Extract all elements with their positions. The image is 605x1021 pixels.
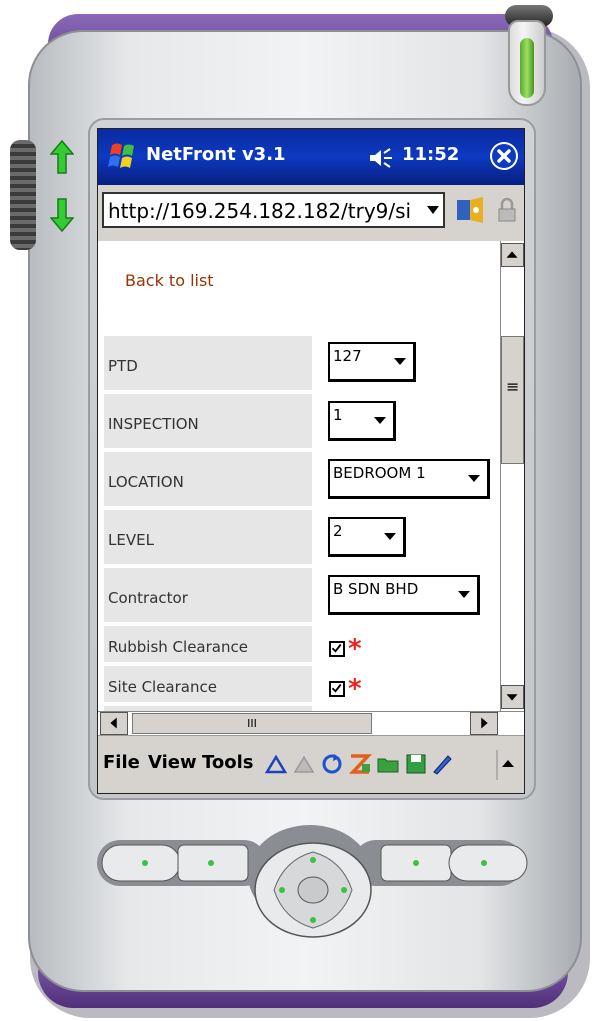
- back-to-list-link[interactable]: Back to list: [125, 271, 214, 290]
- field-label-location: LOCATION: [104, 452, 312, 506]
- chevron-down-icon: [384, 533, 396, 540]
- windows-start-icon[interactable]: [106, 139, 140, 173]
- required-asterisk-icon: *: [348, 634, 362, 664]
- field-label-ptd: PTD: [104, 336, 312, 390]
- hardware-button-2[interactable]: [177, 844, 249, 882]
- folder-icon[interactable]: [376, 752, 400, 776]
- url-combobox[interactable]: http://169.254.182.182/try9/si: [102, 192, 445, 228]
- field-label-rubbish-clearance: Rubbish Clearance: [104, 626, 312, 662]
- contractor-select-value: B SDN BHD: [333, 580, 419, 598]
- lock-icon: [498, 197, 516, 222]
- inspection-select-value: 1: [333, 406, 343, 424]
- field-label-contractor: Contractor: [104, 568, 312, 622]
- address-bar: http://169.254.182.182/try9/si: [98, 185, 524, 241]
- scroll-down-arrow-icon[interactable]: [50, 198, 74, 232]
- dpad[interactable]: [252, 840, 374, 940]
- chevron-down-icon: [374, 417, 386, 424]
- menu-tools[interactable]: Tools: [202, 752, 254, 773]
- location-select[interactable]: BEDROOM 1: [328, 459, 490, 499]
- scroll-down-button[interactable]: [501, 685, 524, 709]
- contractor-select[interactable]: B SDN BHD: [328, 575, 480, 615]
- hardware-button-4[interactable]: [448, 844, 528, 882]
- required-asterisk-icon: *: [348, 674, 362, 704]
- scroll-left-button[interactable]: [100, 712, 128, 735]
- stylus-holder: [508, 20, 546, 106]
- close-icon[interactable]: [490, 142, 518, 170]
- chevron-down-icon: [458, 591, 470, 598]
- title-bar: NetFront v3.1 11:52: [98, 129, 524, 185]
- url-text: http://169.254.182.182/try9/si: [108, 199, 412, 223]
- chevron-down-icon[interactable]: [427, 206, 439, 214]
- menu-bar: File View Tools: [98, 735, 524, 793]
- device-screen: NetFront v3.1 11:52 http://169.254.182.1…: [97, 128, 525, 794]
- refresh-icon[interactable]: [320, 752, 344, 776]
- location-select-value: BEDROOM 1: [333, 464, 426, 482]
- menu-file[interactable]: File: [103, 752, 140, 773]
- field-label-level: LEVEL: [104, 510, 312, 564]
- clock: 11:52: [402, 144, 460, 165]
- scroll-grip: ≡: [506, 377, 520, 396]
- horizontal-scroll-thumb[interactable]: III: [132, 713, 372, 734]
- vertical-scrollbar[interactable]: ≡: [500, 241, 524, 711]
- speaker-icon[interactable]: [368, 147, 398, 169]
- scroll-right-button[interactable]: [470, 712, 498, 735]
- site-clearance-checkbox[interactable]: [329, 681, 345, 697]
- go-icon[interactable]: [455, 195, 485, 225]
- ptd-select[interactable]: 127: [328, 342, 416, 382]
- inspection-select[interactable]: 1: [328, 401, 396, 441]
- level-select[interactable]: 2: [328, 517, 406, 557]
- field-label-inspection: INSPECTION: [104, 394, 312, 448]
- ptd-select-value: 127: [333, 347, 362, 365]
- chevron-up-icon[interactable]: [496, 750, 520, 780]
- horizontal-scrollbar[interactable]: III: [98, 711, 524, 735]
- field-label-site-clearance: Site Clearance: [104, 666, 312, 702]
- scroll-up-arrow-icon[interactable]: [50, 140, 74, 174]
- hardware-button-1[interactable]: [101, 844, 181, 882]
- forward-icon[interactable]: [292, 752, 316, 776]
- page-content: Back to list PTD 127 INSPECTION 1 LOCATI…: [98, 241, 500, 711]
- level-select-value: 2: [333, 522, 343, 540]
- jog-wheel[interactable]: [10, 140, 36, 250]
- scroll-grip: III: [247, 717, 257, 730]
- menu-view[interactable]: View: [148, 752, 197, 773]
- hardware-button-3[interactable]: [380, 844, 452, 882]
- pen-icon[interactable]: [430, 752, 454, 776]
- scroll-up-button[interactable]: [501, 243, 524, 267]
- app-title: NetFront v3.1: [146, 144, 286, 165]
- vertical-scroll-thumb[interactable]: ≡: [501, 336, 524, 464]
- save-icon[interactable]: [404, 752, 428, 776]
- back-icon[interactable]: [264, 752, 288, 776]
- zoom-icon[interactable]: [348, 752, 372, 776]
- chevron-down-icon: [468, 475, 480, 482]
- rubbish-clearance-checkbox[interactable]: [329, 641, 345, 657]
- chevron-down-icon: [394, 358, 406, 365]
